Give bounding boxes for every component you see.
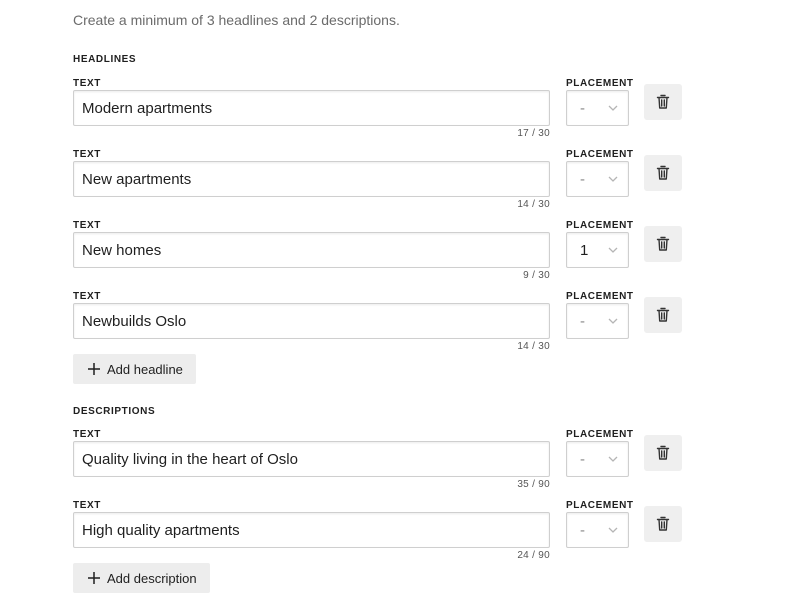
add-headline-button[interactable]: Add headline [73, 354, 196, 384]
placement-value: - [580, 100, 585, 117]
placement-label: PLACEMENT [566, 429, 634, 440]
add-description-label: Add description [107, 570, 197, 586]
placement-label: PLACEMENT [566, 78, 634, 89]
placement-value: - [580, 451, 585, 468]
description-row: TEXT PLACEMENT 35 / 90 - [0, 429, 800, 503]
headline-input[interactable] [73, 303, 550, 339]
placement-label: PLACEMENT [566, 220, 634, 231]
placement-value: - [580, 522, 585, 539]
placement-select[interactable]: - [566, 90, 629, 126]
character-counter: 35 / 90 [517, 479, 550, 490]
character-counter: 9 / 30 [523, 270, 550, 281]
chevron-down-icon [608, 456, 618, 462]
placement-select[interactable]: - [566, 161, 629, 197]
headline-row: TEXT PLACEMENT 9 / 30 1 [0, 220, 800, 294]
headline-input[interactable] [73, 161, 550, 197]
trash-icon [656, 165, 670, 180]
text-label: TEXT [73, 149, 101, 160]
character-counter: 24 / 90 [517, 550, 550, 561]
trash-icon [656, 236, 670, 251]
placement-select[interactable]: - [566, 512, 629, 548]
text-label: TEXT [73, 500, 101, 511]
delete-button[interactable] [644, 506, 682, 542]
intro-text: Create a minimum of 3 headlines and 2 de… [73, 12, 400, 28]
placement-value: - [580, 313, 585, 330]
character-counter: 14 / 30 [517, 341, 550, 352]
trash-icon [656, 307, 670, 322]
placement-value: 1 [580, 242, 589, 259]
delete-button[interactable] [644, 297, 682, 333]
text-label: TEXT [73, 220, 101, 231]
headline-row: TEXT PLACEMENT 14 / 30 - [0, 149, 800, 223]
plus-icon [88, 363, 100, 375]
chevron-down-icon [608, 527, 618, 533]
headline-input[interactable] [73, 90, 550, 126]
headline-row: TEXT PLACEMENT 17 / 30 - [0, 78, 800, 152]
chevron-down-icon [608, 105, 618, 111]
headlines-section-title: HEADLINES [73, 54, 137, 65]
trash-icon [656, 94, 670, 109]
trash-icon [656, 516, 670, 531]
placement-label: PLACEMENT [566, 291, 634, 302]
placement-select[interactable]: - [566, 441, 629, 477]
trash-icon [656, 445, 670, 460]
chevron-down-icon [608, 318, 618, 324]
delete-button[interactable] [644, 226, 682, 262]
chevron-down-icon [608, 247, 618, 253]
text-label: TEXT [73, 78, 101, 89]
descriptions-section-title: DESCRIPTIONS [73, 406, 156, 417]
delete-button[interactable] [644, 155, 682, 191]
description-input[interactable] [73, 512, 550, 548]
delete-button[interactable] [644, 84, 682, 120]
placement-select[interactable]: 1 [566, 232, 629, 268]
headline-input[interactable] [73, 232, 550, 268]
plus-icon [88, 572, 100, 584]
chevron-down-icon [608, 176, 618, 182]
character-counter: 14 / 30 [517, 199, 550, 210]
add-headline-label: Add headline [107, 361, 183, 377]
placement-label: PLACEMENT [566, 500, 634, 511]
description-input[interactable] [73, 441, 550, 477]
text-label: TEXT [73, 429, 101, 440]
placement-label: PLACEMENT [566, 149, 634, 160]
add-description-button[interactable]: Add description [73, 563, 210, 593]
text-label: TEXT [73, 291, 101, 302]
placement-select[interactable]: - [566, 303, 629, 339]
delete-button[interactable] [644, 435, 682, 471]
character-counter: 17 / 30 [517, 128, 550, 139]
placement-value: - [580, 171, 585, 188]
